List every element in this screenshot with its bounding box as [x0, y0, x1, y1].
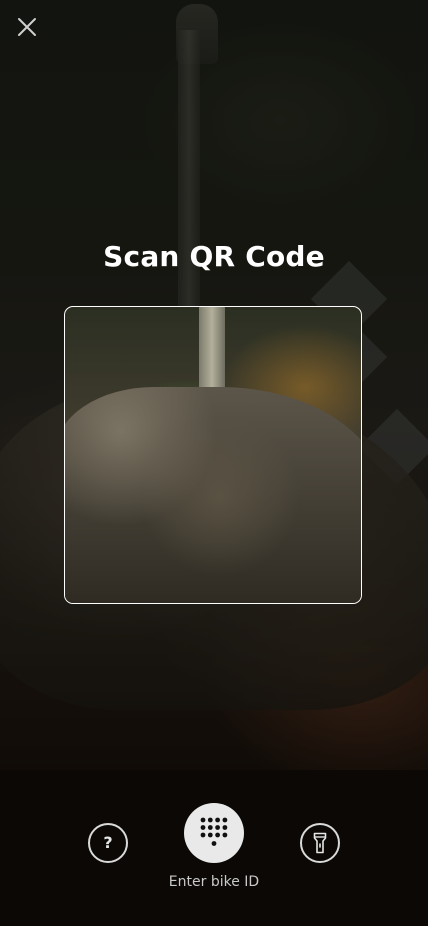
help-icon: ?: [103, 833, 113, 852]
qr-scan-frame: [64, 306, 362, 604]
flashlight-button[interactable]: [300, 823, 340, 863]
enter-bike-id-label: Enter bike ID: [168, 874, 260, 890]
close-button[interactable]: [12, 12, 42, 42]
help-button[interactable]: ?: [88, 823, 128, 863]
page-title: Scan QR Code: [103, 240, 325, 273]
scanner-controls: ? Enter bike ID: [0, 770, 428, 926]
qr-scanner-screen: Scan QR Code ? Enter bike ID: [0, 0, 428, 926]
close-icon: [18, 18, 36, 36]
keypad-icon: [200, 817, 228, 846]
enter-bike-id-button[interactable]: [184, 803, 244, 863]
frame-scene-wall: [65, 387, 361, 603]
flashlight-icon: [313, 832, 327, 854]
